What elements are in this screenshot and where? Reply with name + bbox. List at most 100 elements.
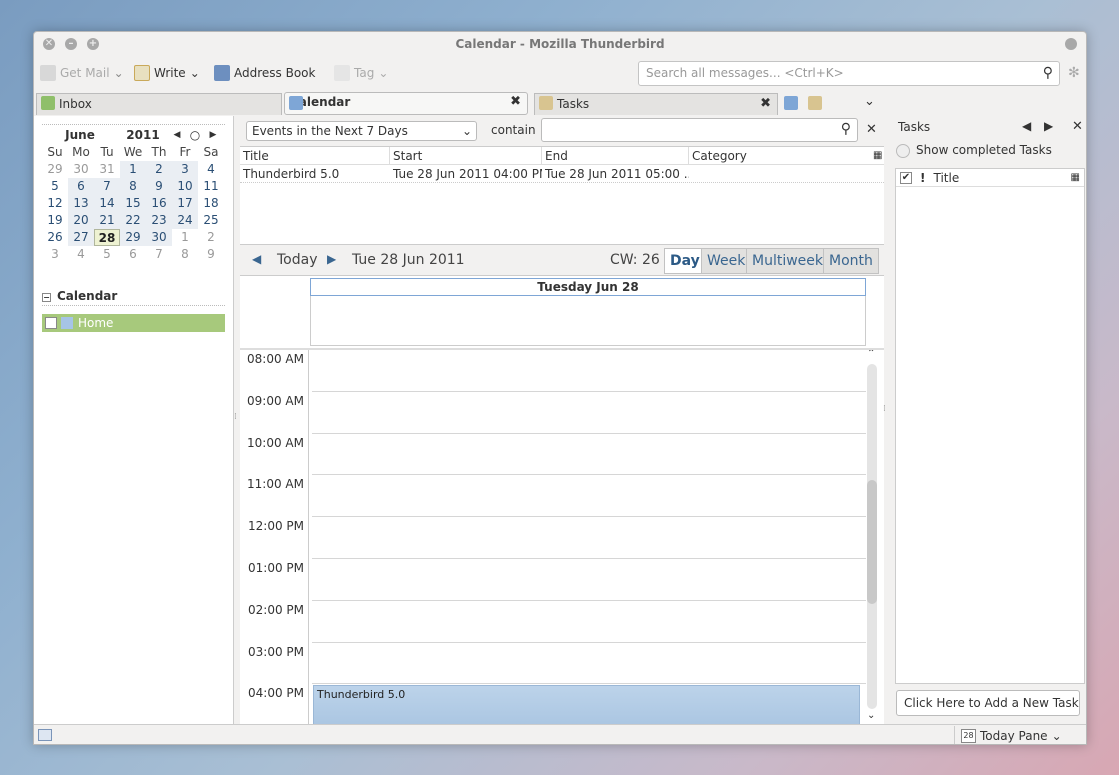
time-slot[interactable] [312,475,866,518]
column-picker-icon[interactable]: ▦ [870,147,884,164]
day-cell[interactable]: 22 [120,212,146,229]
prev-pane-icon[interactable]: ◀ [1022,119,1031,133]
day-cell[interactable]: 19 [42,212,68,229]
day-cell[interactable]: 3 [172,161,198,178]
day-cell[interactable]: 1 [120,161,146,178]
day-cell[interactable]: 26 [42,229,68,246]
time-slot[interactable] [312,434,866,476]
time-slot[interactable] [312,559,866,601]
close-tab-icon[interactable]: ✖ [760,94,771,114]
prev-day-icon[interactable]: ◀ [252,252,261,266]
online-status-icon[interactable] [38,729,52,741]
next-day-icon[interactable]: ▶ [327,252,336,266]
scrollbar-thumb[interactable] [867,480,877,604]
close-filter-icon[interactable]: ✕ [866,122,877,137]
scroll-down-icon[interactable]: ⌄ [867,710,875,721]
day-cell[interactable]: 1 [172,229,198,246]
day-cell[interactable]: 11 [198,178,224,195]
event-filter-select[interactable]: Events in the Next 7 Days ⌄ [246,121,477,141]
scroll-up-icon[interactable]: ⌃ [867,350,875,359]
month-label[interactable]: June [42,128,118,142]
tab-month-view[interactable]: Month [823,248,879,274]
maximize-window-icon[interactable]: + [87,38,99,50]
go-today-icon[interactable]: ○ [186,128,204,142]
time-slot[interactable] [312,392,866,434]
day-cell[interactable]: 31 [94,161,120,178]
column-category[interactable]: Category [689,147,870,164]
priority-column-icon[interactable]: ! [920,171,925,185]
day-cell[interactable]: 6 [120,246,146,263]
day-cell[interactable]: 15 [120,195,146,212]
splitter-grip-icon[interactable]: ⁞ [234,412,237,422]
day-cell[interactable]: 9 [198,246,224,263]
day-cell[interactable]: 13 [68,195,94,212]
day-cell[interactable]: 16 [146,195,172,212]
next-pane-icon[interactable]: ▶ [1044,119,1053,133]
day-cell[interactable]: 14 [94,195,120,212]
add-new-task-field[interactable]: Click Here to Add a New Task [896,690,1080,716]
day-cell[interactable]: 4 [198,161,224,178]
chevron-down-icon[interactable]: ⌄ [190,62,200,84]
day-cell[interactable]: 5 [94,246,120,263]
search-icon[interactable]: ⚲ [1043,62,1053,85]
today-pane-button[interactable]: 28 Today Pane ⌄ [954,726,1069,744]
close-window-icon[interactable]: ✕ [43,38,55,50]
tab-week-view[interactable]: Week [701,248,752,274]
day-cell[interactable]: 23 [146,212,172,229]
completed-column-icon[interactable]: ✔ [900,171,912,184]
tab-day-view[interactable]: Day [664,248,706,274]
search-icon[interactable]: ⚲ [841,121,851,137]
day-view-scrollbar[interactable]: ⌃ ⌄ [866,350,878,724]
tab-multiweek-view[interactable]: Multiweek [746,248,830,274]
time-slot[interactable] [312,643,866,685]
day-cell[interactable]: 30 [146,229,172,246]
day-cell[interactable]: 25 [198,212,224,229]
day-cell[interactable]: 7 [94,178,120,195]
day-cell[interactable]: 4 [68,246,94,263]
day-cell[interactable]: 8 [172,246,198,263]
day-cell-today[interactable]: 28 [94,229,120,246]
day-cell[interactable]: 2 [146,161,172,178]
address-book-button[interactable]: Address Book [214,62,315,84]
calendar-checkbox[interactable]: ✔ [45,317,57,329]
search-input[interactable]: Search all messages... <Ctrl+K> ⚲ [638,61,1060,86]
column-task-title[interactable]: Title [933,171,959,185]
day-cell[interactable]: 7 [146,246,172,263]
chevron-down-icon[interactable]: ⌄ [378,62,388,84]
event-box[interactable]: Thunderbird 5.0 [313,685,860,724]
table-row[interactable]: Thunderbird 5.0 Tue 28 Jun 2011 04:00 PM… [240,165,884,183]
day-cell[interactable]: 20 [68,212,94,229]
window-menu-icon[interactable] [1065,38,1077,50]
show-completed-tasks[interactable]: Show completed Tasks [896,143,1052,158]
tab-inbox[interactable]: Inbox [36,93,282,115]
tag-button[interactable]: Tag ⌄ [334,62,388,84]
calendar-tab-icon[interactable] [784,96,798,110]
day-cell[interactable]: 9 [146,178,172,195]
tasks-tab-icon[interactable] [808,96,822,110]
close-tab-icon[interactable]: ✖ [510,93,521,111]
day-cell[interactable]: 24 [172,212,198,229]
day-cell[interactable]: 18 [198,195,224,212]
splitter-grip-icon[interactable]: ⁞ [883,404,886,414]
day-cell[interactable]: 2 [198,229,224,246]
day-cell[interactable]: 5 [42,178,68,195]
day-cell[interactable]: 10 [172,178,198,195]
show-completed-checkbox[interactable] [896,143,910,158]
prev-month-icon[interactable]: ◀ [168,130,186,140]
day-cell[interactable]: 17 [172,195,198,212]
column-start[interactable]: Start [390,147,542,164]
day-cell[interactable]: 21 [94,212,120,229]
day-cell[interactable]: 12 [42,195,68,212]
day-cell[interactable]: 3 [42,246,68,263]
column-end[interactable]: End [542,147,689,164]
get-mail-button[interactable]: Get Mail ⌄ [40,62,124,84]
column-picker-icon[interactable]: ▦ [1071,172,1080,183]
day-cell[interactable]: 27 [68,229,94,246]
tab-tasks[interactable]: Tasks ✖ [534,93,778,115]
column-title[interactable]: Title [240,147,390,164]
all-day-area[interactable] [310,296,866,346]
day-cell[interactable]: 30 [68,161,94,178]
write-button[interactable]: Write ⌄ [134,62,200,84]
day-cell[interactable]: 29 [120,229,146,246]
day-cell[interactable]: 8 [120,178,146,195]
